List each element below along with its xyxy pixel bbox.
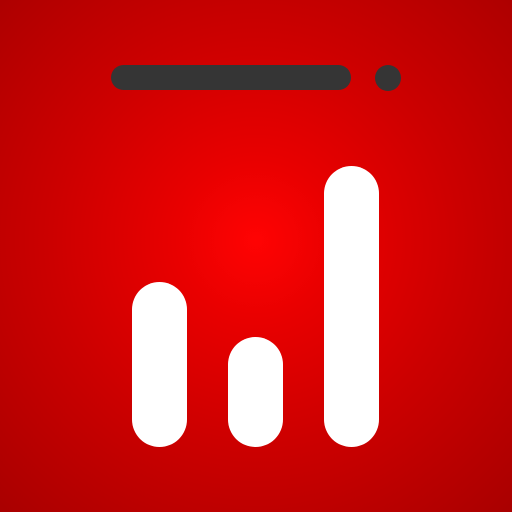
camera-dot-shape: [375, 65, 401, 91]
chart-bar-tallest: [324, 166, 379, 447]
bar-chart-app-icon[interactable]: [0, 0, 512, 512]
speaker-slot-shape: [111, 65, 351, 90]
chart-bar-shortest: [228, 337, 283, 447]
chart-bar-short: [132, 282, 187, 447]
